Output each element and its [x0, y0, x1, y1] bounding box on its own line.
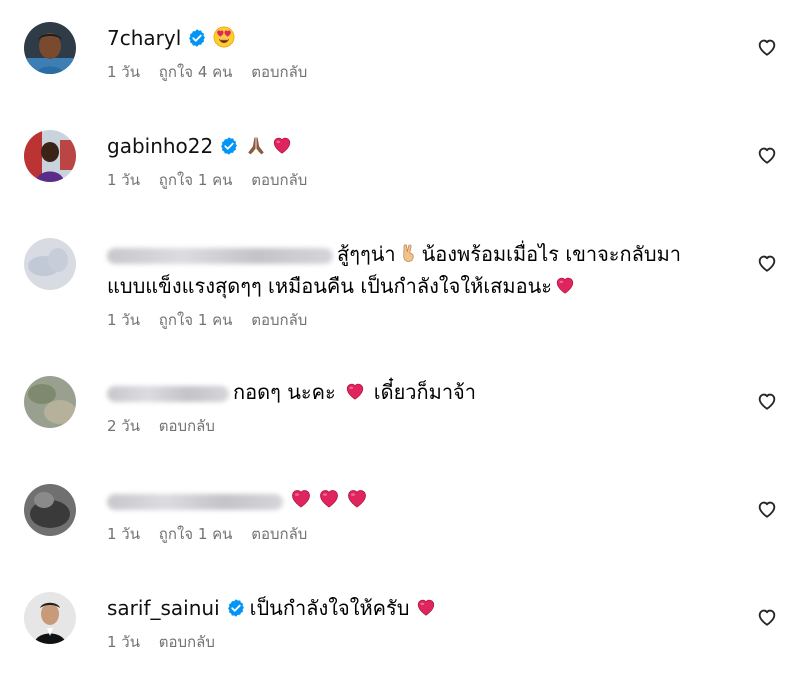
comment-text: น้องพร้อมเมื่อไร เขาจะกลับมา [421, 242, 682, 266]
likes-count[interactable]: ถูกใจ 1 คน [159, 311, 233, 329]
red-heart-emoji-icon [345, 486, 369, 510]
comment-time: 1 วัน [107, 525, 140, 543]
victory-hand-emoji-icon [398, 242, 420, 264]
comment-text: กอดๆ นะคะ [233, 380, 336, 404]
comment-time: 1 วัน [107, 311, 140, 329]
like-heart-icon[interactable] [756, 36, 778, 58]
avatar[interactable] [24, 376, 76, 428]
comment-text: สู้ๆๆน่า [337, 242, 396, 266]
blurred-username [107, 493, 283, 510]
verified-badge-icon [219, 136, 239, 156]
comment-time: 2 วัน [107, 417, 140, 435]
like-heart-icon[interactable] [756, 252, 778, 274]
like-heart-icon[interactable] [756, 498, 778, 520]
folded-hands-emoji-icon [245, 134, 267, 156]
likes-count[interactable]: ถูกใจ 4 คน [159, 63, 233, 81]
heart-eyes-emoji-icon [213, 26, 235, 48]
reply-button[interactable]: ตอบกลับ [159, 633, 215, 651]
comment-username[interactable]: gabinho22 [107, 134, 213, 158]
red-heart-emoji-icon [317, 486, 341, 510]
reply-button[interactable]: ตอบกลับ [251, 63, 307, 81]
reply-button[interactable]: ตอบกลับ [251, 171, 307, 189]
likes-count[interactable]: ถูกใจ 1 คน [159, 171, 233, 189]
blurred-username [107, 385, 229, 402]
reply-button[interactable]: ตอบกลับ [251, 311, 307, 329]
avatar[interactable] [24, 22, 76, 74]
red-heart-emoji-icon [271, 134, 293, 156]
verified-badge-icon [226, 598, 246, 618]
comment-username[interactable]: sarif_sainui [107, 596, 220, 620]
verified-badge-icon [187, 28, 207, 48]
comment-time: 1 วัน [107, 171, 140, 189]
avatar[interactable] [24, 238, 76, 290]
comment-text: เป็นกำลังใจให้ครับ [249, 596, 410, 620]
reply-button[interactable]: ตอบกลับ [251, 525, 307, 543]
red-heart-emoji-icon [289, 486, 313, 510]
avatar[interactable] [24, 592, 76, 644]
avatar[interactable] [24, 130, 76, 182]
likes-count[interactable]: ถูกใจ 1 คน [159, 525, 233, 543]
red-heart-emoji-icon [554, 274, 576, 296]
blurred-username [107, 247, 333, 264]
comment-username[interactable]: 7charyl [107, 26, 181, 50]
like-heart-icon[interactable] [756, 390, 778, 412]
like-heart-icon[interactable] [756, 606, 778, 628]
red-heart-emoji-icon [344, 380, 366, 402]
reply-button[interactable]: ตอบกลับ [159, 417, 215, 435]
comment-time: 1 วัน [107, 633, 140, 651]
comment-text: แบบแข็งแรงสุดๆๆ เหมือนคืน เป็นกำลังใจให้… [107, 274, 552, 298]
like-heart-icon[interactable] [756, 144, 778, 166]
comment-time: 1 วัน [107, 63, 140, 81]
comment-text: เดี๋ยวก็มาจ้า [373, 380, 476, 404]
avatar[interactable] [24, 484, 76, 536]
red-heart-emoji-icon [415, 596, 437, 618]
